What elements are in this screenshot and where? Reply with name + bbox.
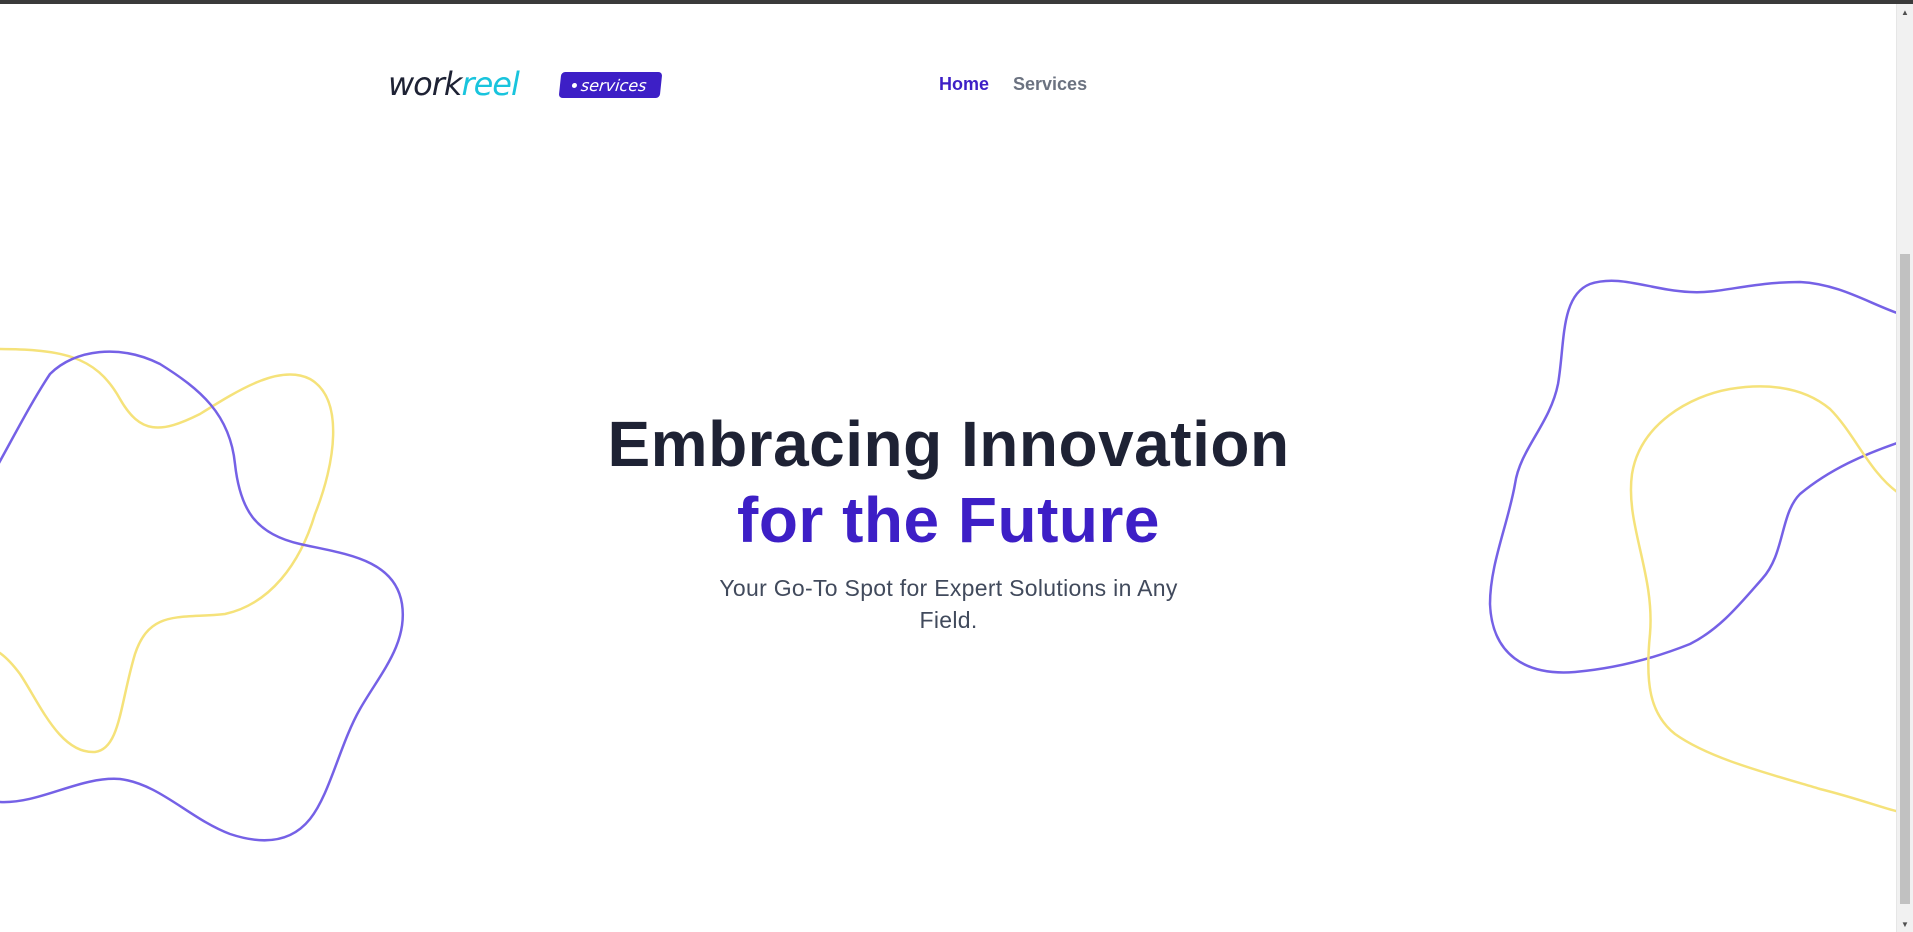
scrollbar-thumb[interactable] — [1900, 254, 1910, 904]
nav-home-link[interactable]: Home — [939, 74, 989, 95]
nav-services-link[interactable]: Services — [1013, 74, 1087, 95]
scroll-up-arrow-icon[interactable]: ▲ — [1897, 4, 1913, 20]
logo-reel-text: reel — [461, 65, 519, 103]
hero-title: Embracing Innovation for the Future — [0, 406, 1897, 558]
badge-label: services — [580, 75, 648, 95]
site-header: workreel services Home Services — [388, 64, 1508, 104]
workreel-logo[interactable]: workreel — [388, 65, 520, 103]
hero-subtitle: Your Go-To Spot for Expert Solutions in … — [719, 575, 1178, 633]
services-badge: services — [558, 72, 663, 98]
badge-dot-icon — [571, 82, 578, 88]
hero-section: Embracing Innovation for the Future Your… — [0, 406, 1897, 636]
hero-title-line2: for the Future — [737, 484, 1160, 556]
scroll-down-arrow-icon[interactable]: ▼ — [1897, 916, 1913, 932]
logo-work-text: work — [388, 65, 462, 103]
main-nav: Home Services — [939, 74, 1087, 95]
hero-title-line1: Embracing Innovation — [607, 408, 1290, 480]
vertical-scrollbar[interactable]: ▲ ▼ — [1896, 4, 1913, 932]
page: workreel services Home Services Embracin… — [0, 4, 1897, 932]
